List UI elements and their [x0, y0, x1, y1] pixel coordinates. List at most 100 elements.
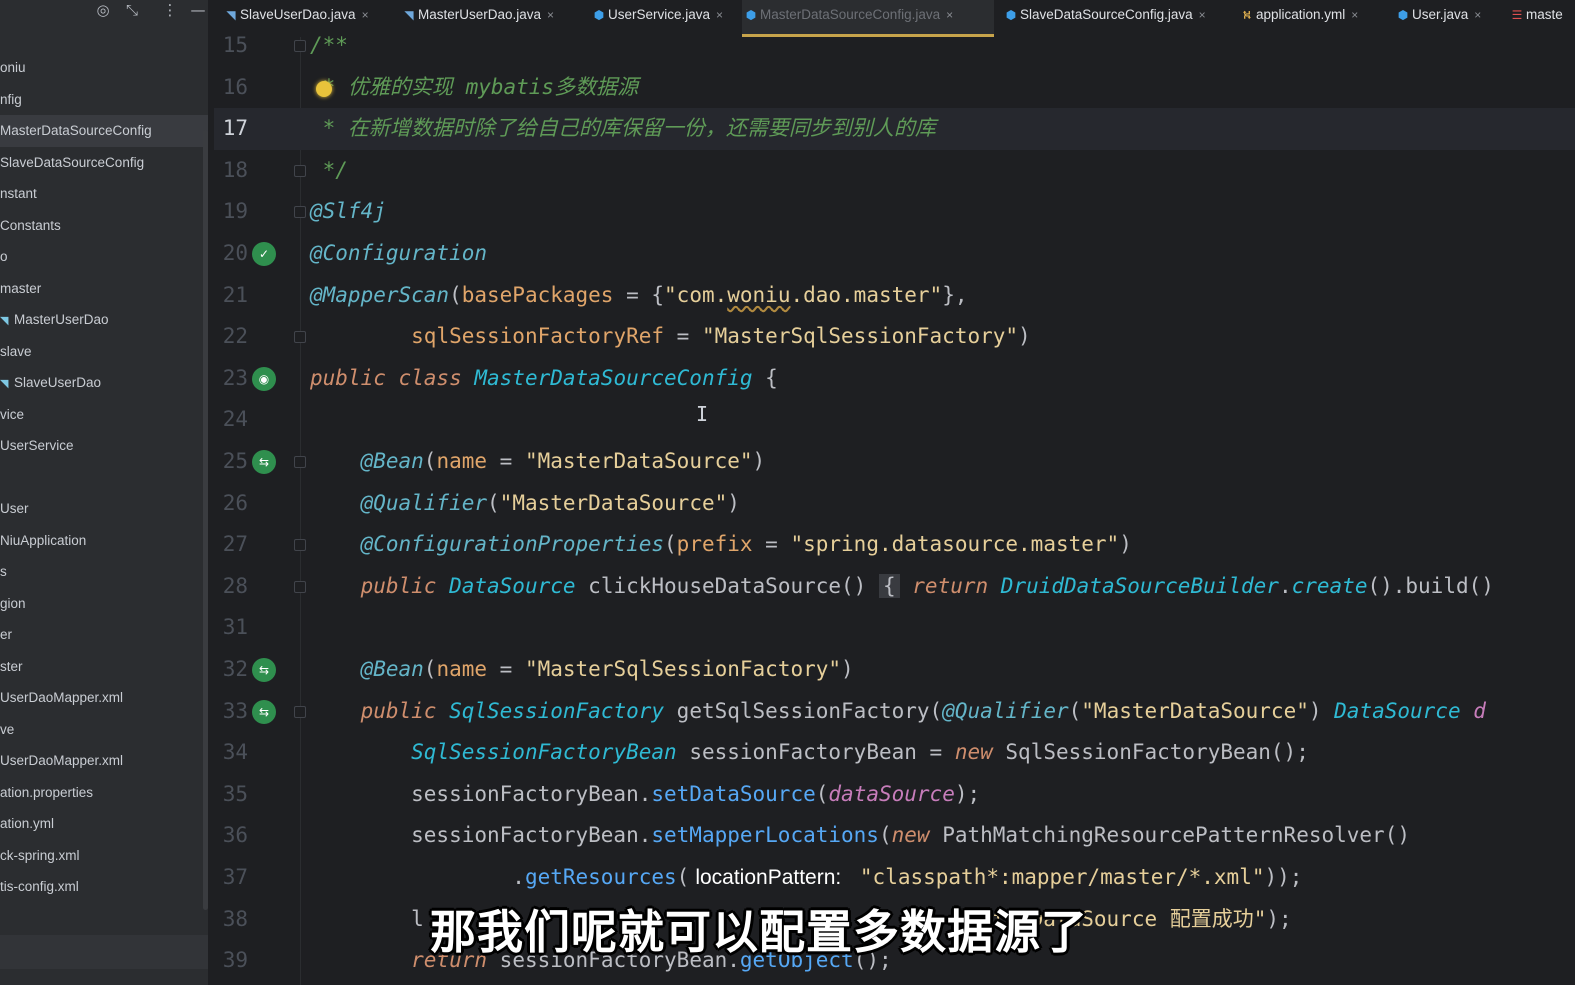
code-token: "MasterDataSource" [1081, 698, 1309, 723]
tree-item[interactable]: User [0, 493, 208, 525]
tree-item[interactable]: oniu [0, 52, 208, 84]
close-tab-icon[interactable]: × [362, 8, 369, 22]
tab-label: maste [1526, 7, 1563, 22]
code-text: public DataSource clickHouseDataSource()… [310, 566, 1494, 608]
more-icon[interactable]: ⋮ [159, 0, 181, 22]
fold-marker-icon[interactable] [294, 705, 306, 718]
tree-item[interactable]: ck-spring.xml [0, 840, 208, 872]
spring-bean-icon[interactable]: ⇆ [252, 450, 276, 474]
code-token: ) [1308, 698, 1335, 723]
tree-item[interactable]: ve [0, 714, 208, 746]
code-token: locationPattern: [689, 866, 848, 889]
line-number: 19 [222, 199, 248, 224]
tree-item-label: gion [0, 595, 26, 611]
tree-item[interactable]: nstant [0, 178, 208, 210]
tab-label: MasterDataSourceConfig.java [760, 7, 941, 22]
fold-marker-icon[interactable] [294, 539, 306, 552]
code-line[interactable]: 20 ✓ @Configuration [214, 233, 1575, 275]
tree-item-label: MasterUserDao [14, 312, 109, 327]
code-line[interactable]: 31 [214, 607, 1575, 649]
code-line[interactable]: 15 /** [214, 25, 1575, 67]
tree-item-label: ation.yml [0, 816, 55, 831]
code-line[interactable]: 32 ⇆ @Bean(name = "MasterSqlSessionFactor… [214, 649, 1575, 691]
lightbulb-icon[interactable] [316, 81, 332, 97]
code-text: * 优雅的实现 mybatis多数据源 [310, 67, 638, 109]
line-number: 24 [222, 407, 248, 432]
code-text: sqlSessionFactoryRef = "MasterSqlSession… [310, 316, 1031, 358]
line-number: 21 [222, 282, 248, 307]
target-icon[interactable]: ◎ [92, 0, 114, 22]
tree-item[interactable]: MasterDataSourceConfig [0, 115, 208, 147]
tree-item-label: er [0, 627, 13, 642]
tree-item[interactable]: s [0, 556, 208, 588]
spring-bean-icon[interactable]: ✓ [252, 242, 276, 266]
tree-item[interactable]: ◥ MasterUserDao [0, 304, 208, 336]
code-token: . [1278, 573, 1292, 598]
tree-item[interactable]: SlaveDataSourceConfig [0, 147, 208, 179]
spring-bean-icon[interactable]: ⇆ [252, 699, 276, 724]
tree-item[interactable] [0, 462, 208, 494]
collapse-icon[interactable]: ⤡ [121, 0, 143, 22]
code-text: @Configuration [310, 233, 487, 275]
tree-item[interactable]: er [0, 619, 208, 651]
fold-marker-icon[interactable] [294, 456, 306, 468]
code-text: public class MasterDataSourceConfig { [310, 358, 778, 400]
fold-marker-icon[interactable] [294, 580, 306, 593]
tree-item[interactable]: ation.properties [0, 777, 208, 809]
code-line[interactable]: 26 @Qualifier("MasterDataSource") [214, 483, 1575, 525]
spring-bean-icon[interactable]: ⇆ [252, 658, 276, 682]
code-line[interactable]: 27 @ConfigurationProperties(prefix = "sp… [214, 524, 1575, 566]
tree-item[interactable]: ster [0, 651, 208, 683]
close-tab-icon[interactable]: × [1351, 8, 1358, 22]
fold-marker-icon[interactable] [294, 206, 306, 219]
fold-marker-icon[interactable] [294, 40, 306, 52]
line-number: 38 [222, 906, 248, 931]
project-tree-footer [0, 935, 208, 969]
close-tab-icon[interactable]: × [1474, 8, 1481, 22]
fold-marker-icon[interactable] [294, 164, 306, 177]
tree-item[interactable]: nfig [0, 84, 208, 116]
minimize-icon[interactable]: — [187, 0, 208, 22]
tree-item[interactable]: UserService [0, 430, 208, 462]
code-line[interactable]: 36 sessionFactoryBean.setMapperLocations… [214, 815, 1575, 857]
spring-bean-icon[interactable]: ◉ [252, 366, 276, 391]
tree-item[interactable]: tis-config.xml [0, 871, 208, 903]
project-tree-scrollbar[interactable] [203, 130, 208, 910]
tree-item[interactable]: UserDaoMapper.xml [0, 745, 208, 777]
code-line[interactable]: 24 [214, 399, 1575, 441]
tree-item[interactable]: vice [0, 399, 208, 431]
code-line[interactable]: 25 ⇆ @Bean(name = "MasterDataSource") [214, 441, 1575, 483]
code-text: .getResources(locationPattern: "classpat… [310, 857, 1302, 899]
tree-item[interactable]: ◥ SlaveUserDao [0, 367, 208, 399]
code-editor[interactable]: 15/** 16 * 优雅的实现 mybatis多数据源 17 * 在新增数据时除了… [214, 33, 1575, 985]
code-line[interactable]: 18 */ [214, 150, 1575, 192]
fold-marker-icon[interactable] [294, 331, 306, 344]
tree-item[interactable]: gion [0, 588, 208, 620]
tree-item[interactable]: NiuApplication [0, 525, 208, 557]
close-tab-icon[interactable]: × [547, 8, 554, 22]
code-line[interactable]: 35 sessionFactoryBean.setDataSource(data… [214, 774, 1575, 816]
tree-item[interactable]: ation.yml [0, 808, 208, 840]
code-line[interactable]: 21 @MapperScan(basePackages = {"com.woniu… [214, 275, 1575, 317]
code-line[interactable]: 28 public DataSource clickHouseDataSourc… [214, 566, 1575, 608]
code-line[interactable]: 19 @Slf4j [214, 191, 1575, 233]
tree-item[interactable]: Constants [0, 210, 208, 242]
close-tab-icon[interactable]: × [946, 8, 953, 22]
code-line[interactable]: 16 * 优雅的实现 mybatis多数据源 [214, 67, 1575, 109]
tree-item[interactable]: UserDaoMapper.xml [0, 682, 208, 714]
tree-item[interactable]: o [0, 241, 208, 273]
code-token: ( [487, 490, 500, 515]
code-line[interactable]: 34 SqlSessionFactoryBean sessionFactoryB… [214, 732, 1575, 774]
code-line[interactable]: 22 sqlSessionFactoryRef = "MasterSqlSess… [214, 316, 1575, 358]
code-line[interactable]: 23 ◉ public class MasterDataSourceConfig { [214, 358, 1575, 400]
code-line[interactable]: 17 * 在新增数据时除了给自己的库保留一份，还需要同步到别人的库 [214, 108, 1575, 150]
code-line[interactable]: 37 .getResources(locationPattern: "class… [214, 857, 1575, 899]
close-tab-icon[interactable]: × [716, 8, 723, 22]
code-line[interactable]: 33 ⇆ public SqlSessionFactory getSqlSessi… [214, 691, 1575, 733]
tree-item[interactable]: slave [0, 336, 208, 368]
tree-item[interactable]: master [0, 273, 208, 305]
code-token: setDataSource [651, 781, 816, 806]
code-token: new [891, 823, 943, 848]
close-tab-icon[interactable]: × [1199, 8, 1206, 22]
